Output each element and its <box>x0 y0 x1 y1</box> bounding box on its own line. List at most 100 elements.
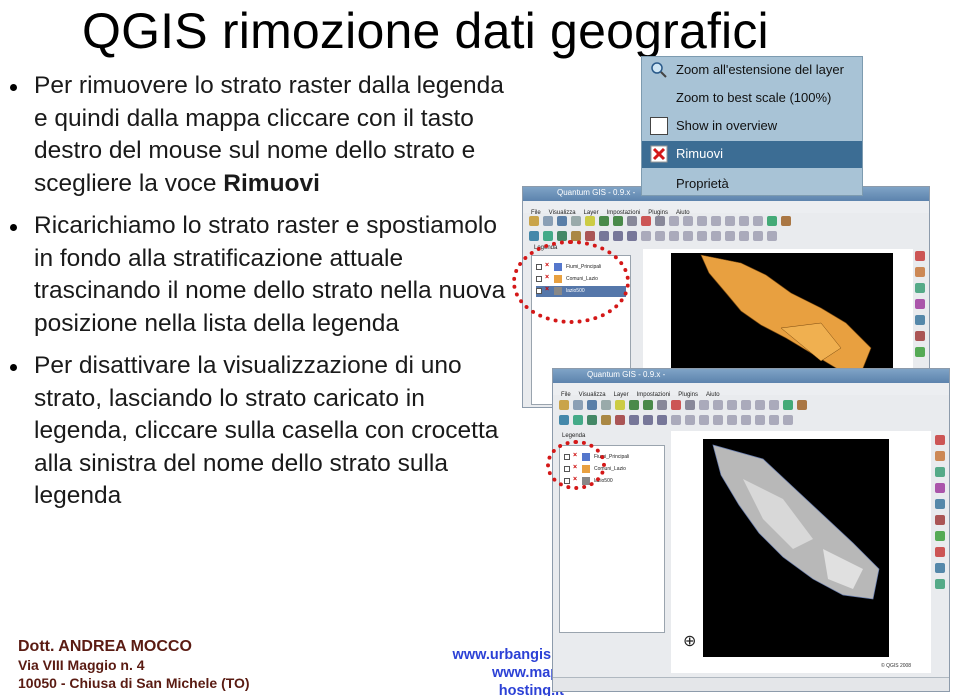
tool-icon[interactable] <box>671 415 681 425</box>
tool-icon[interactable] <box>599 231 609 241</box>
tool-icon[interactable] <box>915 283 925 293</box>
tool-icon[interactable] <box>713 415 723 425</box>
tool-icon[interactable] <box>655 231 665 241</box>
tool-icon[interactable] <box>741 415 751 425</box>
add-vector-icon[interactable] <box>559 415 569 425</box>
add-vector-icon[interactable] <box>529 231 539 241</box>
tool-icon[interactable] <box>935 435 945 445</box>
zoom-in-icon[interactable] <box>629 400 639 410</box>
tool-icon[interactable] <box>753 231 763 241</box>
remove-layer-icon[interactable] <box>615 415 625 425</box>
pan-icon[interactable] <box>615 400 625 410</box>
menu-item-remove[interactable]: Rimuovi <box>642 141 862 168</box>
tool-icon[interactable] <box>797 400 807 410</box>
tool-icon[interactable] <box>915 251 925 261</box>
tool-icon[interactable] <box>669 231 679 241</box>
tool-icon[interactable] <box>935 531 945 541</box>
identify-icon[interactable] <box>641 216 651 226</box>
new-project-icon[interactable] <box>559 400 569 410</box>
tool-icon[interactable] <box>935 579 945 589</box>
tool-icon[interactable] <box>683 216 693 226</box>
tool-icon[interactable] <box>697 216 707 226</box>
save-icon[interactable] <box>557 216 567 226</box>
lazio-dem-map <box>712 444 880 600</box>
tool-icon[interactable] <box>935 515 945 525</box>
tool-icon[interactable] <box>783 400 793 410</box>
remove-icon <box>650 145 668 163</box>
measure-icon[interactable] <box>655 216 665 226</box>
add-postgis-icon[interactable] <box>587 415 597 425</box>
map-canvas[interactable]: ⊕ © QGIS 2008 <box>671 431 931 673</box>
zoom-full-icon[interactable] <box>657 400 667 410</box>
menu-item-properties[interactable]: Proprietà <box>642 171 862 195</box>
toolbar-row-1 <box>527 214 909 228</box>
tool-icon[interactable] <box>627 231 637 241</box>
tool-icon[interactable] <box>741 400 751 410</box>
tool-icon[interactable] <box>643 415 653 425</box>
tool-icon[interactable] <box>915 347 925 357</box>
tool-icon[interactable] <box>755 400 765 410</box>
tool-icon[interactable] <box>935 483 945 493</box>
tool-icon[interactable] <box>781 216 791 226</box>
menu-item-zoom-layer-extent[interactable]: Zoom all'estensione del layer <box>642 57 862 84</box>
tool-icon[interactable] <box>739 231 749 241</box>
tool-icon[interactable] <box>935 563 945 573</box>
add-wms-icon[interactable] <box>601 415 611 425</box>
select-icon[interactable] <box>669 216 679 226</box>
tool-icon[interactable] <box>613 231 623 241</box>
tool-icon[interactable] <box>935 451 945 461</box>
tool-icon[interactable] <box>699 415 709 425</box>
add-raster-icon[interactable] <box>543 231 553 241</box>
tool-icon[interactable] <box>725 216 735 226</box>
tool-icon[interactable] <box>753 216 763 226</box>
tool-icon[interactable] <box>935 547 945 557</box>
tool-icon[interactable] <box>685 415 695 425</box>
tool-icon[interactable] <box>725 231 735 241</box>
menu-item-zoom-best-scale[interactable]: Zoom to best scale (100%) <box>642 85 862 112</box>
identify-icon[interactable] <box>671 400 681 410</box>
zoom-in-icon[interactable] <box>599 216 609 226</box>
zoom-out-icon[interactable] <box>643 400 653 410</box>
tool-icon[interactable] <box>767 216 777 226</box>
tool-icon[interactable] <box>915 267 925 277</box>
tool-icon[interactable] <box>697 231 707 241</box>
website-link-urbangis[interactable]: www.urbangis.it <box>432 646 564 664</box>
tool-icon[interactable] <box>915 331 925 341</box>
open-project-icon[interactable] <box>543 216 553 226</box>
print-icon[interactable] <box>601 400 611 410</box>
checkbox-icon[interactable] <box>650 117 668 135</box>
tool-icon[interactable] <box>739 216 749 226</box>
tool-icon[interactable] <box>767 231 777 241</box>
remove-layer-icon[interactable] <box>585 231 595 241</box>
tool-icon[interactable] <box>935 499 945 509</box>
tool-icon[interactable] <box>641 231 651 241</box>
zoom-out-icon[interactable] <box>613 216 623 226</box>
zoom-full-icon[interactable] <box>627 216 637 226</box>
add-raster-icon[interactable] <box>573 415 583 425</box>
tool-icon[interactable] <box>755 415 765 425</box>
tool-icon[interactable] <box>935 467 945 477</box>
print-icon[interactable] <box>571 216 581 226</box>
tool-icon[interactable] <box>657 415 667 425</box>
tool-icon[interactable] <box>915 299 925 309</box>
tool-icon[interactable] <box>713 400 723 410</box>
menu-item-show-overview[interactable]: Show in overview <box>642 113 862 140</box>
website-link-maphosting[interactable]: www.map-hosting.it <box>432 664 564 696</box>
tool-icon[interactable] <box>769 400 779 410</box>
tool-icon[interactable] <box>783 415 793 425</box>
menu-item-label: Zoom all'estensione del layer <box>676 62 844 77</box>
pan-icon[interactable] <box>585 216 595 226</box>
tool-icon[interactable] <box>727 400 737 410</box>
tool-icon[interactable] <box>915 315 925 325</box>
save-icon[interactable] <box>587 400 597 410</box>
tool-icon[interactable] <box>711 231 721 241</box>
open-project-icon[interactable] <box>573 400 583 410</box>
tool-icon[interactable] <box>683 231 693 241</box>
tool-icon[interactable] <box>769 415 779 425</box>
new-project-icon[interactable] <box>529 216 539 226</box>
tool-icon[interactable] <box>711 216 721 226</box>
tool-icon[interactable] <box>629 415 639 425</box>
tool-icon[interactable] <box>727 415 737 425</box>
select-icon[interactable] <box>699 400 709 410</box>
measure-icon[interactable] <box>685 400 695 410</box>
